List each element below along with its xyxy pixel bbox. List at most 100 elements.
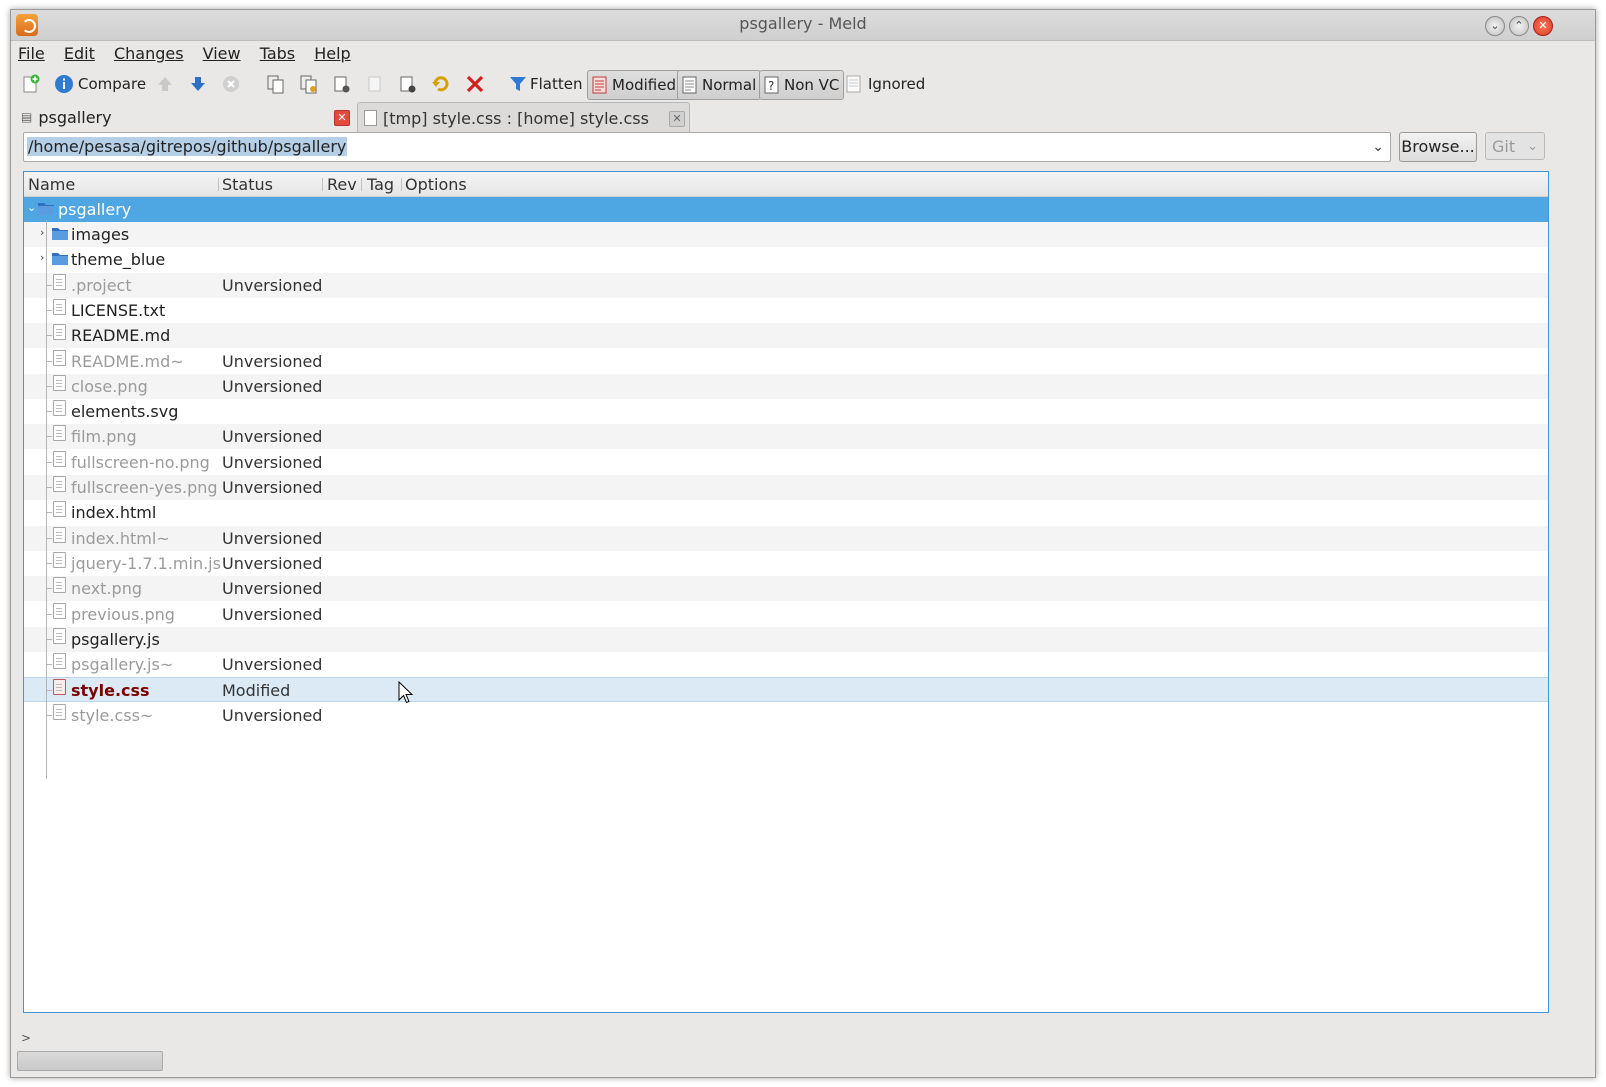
table-row[interactable]: style.css Modified (24, 677, 1548, 703)
close-window-button[interactable]: ✕ (1533, 16, 1553, 36)
tab-label: psgallery (38, 107, 112, 127)
menu-tabs[interactable]: Tabs (253, 41, 302, 67)
compare-label: Compare (78, 75, 147, 93)
menu-help[interactable]: Help (307, 41, 357, 67)
table-row[interactable]: psgallery.js~ Unversioned (24, 652, 1548, 677)
table-row[interactable]: .project Unversioned (24, 272, 1548, 298)
new-document-icon (23, 74, 40, 93)
table-row[interactable]: fullscreen-yes.png Unversioned (24, 475, 1548, 500)
table-row[interactable]: film.png Unversioned (24, 424, 1548, 450)
update-button[interactable] (332, 70, 352, 98)
browse-button[interactable]: Browse... (1399, 132, 1477, 162)
chevron-down-icon[interactable]: ⌄ (1372, 139, 1384, 155)
table-row[interactable]: LICENSE.txt (24, 298, 1548, 323)
row-status: Unversioned (222, 579, 323, 599)
tab-psgallery[interactable]: ▤ psgallery ✕ (21, 102, 351, 132)
column-separator[interactable] (218, 178, 219, 191)
path-input[interactable]: /home/pesasa/gitrepos/github/psgallery (27, 137, 348, 156)
table-row[interactable]: fullscreen-no.png Unversioned (24, 450, 1548, 475)
row-name: index.html (71, 503, 157, 523)
row-name: jquery-1.7.1.min.js (71, 553, 221, 573)
flatten-toggle[interactable]: Flatten (508, 70, 583, 98)
file-icon (53, 526, 66, 543)
horizontal-scrollbar[interactable] (17, 1051, 163, 1071)
compare-button[interactable]: Compare (54, 70, 146, 98)
menu-view[interactable]: View (196, 41, 248, 67)
row-status: Unversioned (222, 427, 323, 447)
column-separator[interactable] (322, 178, 323, 191)
remove-icon (400, 76, 416, 93)
table-row[interactable]: previous.png Unversioned (24, 602, 1548, 627)
close-tab-icon[interactable]: ✕ (334, 110, 350, 126)
file-tree[interactable]: Name Status Rev Tag Options ⌄ psgallery … (23, 171, 1549, 1013)
push-button[interactable] (365, 70, 385, 98)
filter-modified-toggle[interactable]: Modified (587, 70, 682, 100)
column-separator[interactable] (401, 178, 402, 191)
table-row[interactable]: jquery-1.7.1.min.js Unversioned (24, 551, 1548, 576)
stop-button[interactable] (221, 70, 241, 98)
path-combo[interactable]: /home/pesasa/gitrepos/github/psgallery ⌄ (23, 132, 1391, 162)
delete-button[interactable] (465, 70, 485, 98)
column-separator[interactable] (361, 178, 362, 191)
table-row[interactable]: next.png Unversioned (24, 576, 1548, 602)
flatten-label: Flatten (530, 75, 583, 93)
menu-changes[interactable]: Changes (107, 41, 191, 67)
row-name: fullscreen-yes.png (71, 478, 218, 497)
table-row[interactable]: README.md~ Unversioned (24, 349, 1548, 374)
menu-file[interactable]: File (11, 41, 52, 67)
table-row[interactable]: style.css~ Unversioned (24, 703, 1548, 728)
compare-files-button[interactable] (266, 70, 286, 98)
file-icon (53, 627, 66, 644)
file-icon (53, 501, 66, 518)
column-name[interactable]: Name (28, 175, 75, 194)
table-row[interactable]: psgallery.js (24, 626, 1548, 652)
next-change-button[interactable] (188, 70, 208, 98)
column-options[interactable]: Options (405, 175, 467, 194)
column-status[interactable]: Status (222, 175, 273, 194)
filter-normal-toggle[interactable]: Normal (677, 70, 762, 100)
row-name: psgallery.js~ (71, 655, 174, 675)
revert-button[interactable] (431, 70, 451, 98)
expander-closed-icon[interactable]: › (40, 226, 44, 239)
maximize-button[interactable]: ⌃ (1509, 16, 1529, 36)
commit-icon (300, 75, 317, 94)
tab-style-css-diff[interactable]: [tmp] style.css : [home] style.css ✕ (357, 102, 690, 133)
table-row[interactable]: close.png Unversioned (24, 373, 1548, 399)
row-name: close.png (71, 376, 148, 396)
remove-button[interactable] (398, 70, 418, 98)
vcs-selector[interactable]: Git ⌄ (1485, 132, 1545, 160)
table-row[interactable]: elements.svg (24, 399, 1548, 424)
ignored-file-icon (846, 75, 861, 93)
nonvc-label: Non VC (784, 76, 840, 94)
expander-closed-icon[interactable]: › (40, 251, 44, 264)
column-tag[interactable]: Tag (367, 175, 394, 194)
folder-icon (52, 253, 68, 266)
funnel-icon (510, 77, 526, 91)
filter-nonvc-toggle[interactable]: ? Non VC (759, 70, 845, 100)
expander-open-icon[interactable]: ⌄ (27, 201, 36, 214)
chevron-right-icon[interactable]: > (21, 1031, 31, 1045)
minimize-button[interactable]: ⌄ (1485, 16, 1505, 36)
tab-bar: ▤ psgallery ✕ [tmp] style.css : [home] s… (11, 102, 1595, 134)
column-rev[interactable]: Rev (327, 175, 357, 194)
file-icon (53, 476, 66, 492)
commit-button[interactable] (299, 70, 319, 98)
modified-label: Modified (612, 76, 677, 94)
close-tab-icon[interactable]: ✕ (669, 111, 685, 127)
table-row[interactable]: › images (24, 222, 1548, 247)
tree-row-root[interactable]: ⌄ psgallery (24, 197, 1548, 222)
table-row[interactable]: › theme_blue (24, 247, 1548, 272)
arrow-down-icon (191, 77, 205, 91)
title-bar[interactable]: psgallery - Meld ⌄ ⌃ ✕ (11, 10, 1595, 41)
previous-change-button[interactable] (155, 70, 175, 98)
menu-edit[interactable]: Edit (57, 41, 102, 67)
table-row[interactable]: index.html (24, 500, 1548, 525)
table-row[interactable]: index.html~ Unversioned (24, 525, 1548, 551)
row-name: style.css (71, 681, 150, 701)
row-status: Unversioned (222, 705, 323, 725)
row-name: .project (71, 275, 132, 295)
row-name: LICENSE.txt (71, 300, 166, 320)
new-comparison-button[interactable] (21, 70, 41, 98)
filter-ignored-toggle[interactable]: Ignored (844, 70, 925, 98)
table-row[interactable]: README.md (24, 323, 1548, 349)
